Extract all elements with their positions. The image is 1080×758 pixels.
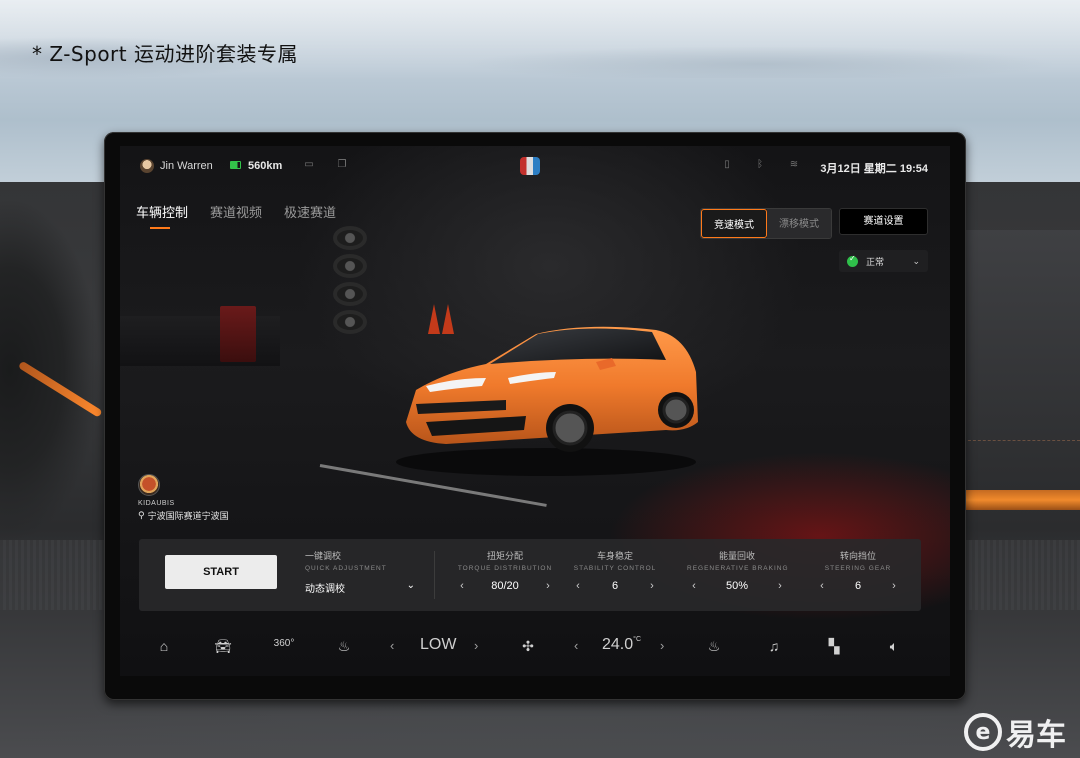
- mode-toggle: 竞速模式 漂移模式: [700, 208, 832, 239]
- fan-level: LOW: [420, 636, 457, 653]
- temperature-display: 24.0°C: [602, 636, 641, 654]
- check-icon: [847, 254, 858, 267]
- torque-decrease-button[interactable]: ‹: [455, 580, 469, 592]
- quick-adjustment: 一键调校 QUICK ADJUSTMENT 动态调校 ⌄: [305, 549, 415, 595]
- dashboard-orange-trim-right: [958, 490, 1080, 510]
- stability-value: 6: [611, 580, 619, 592]
- stability-control: 车身稳定 STABILITY CONTROL ‹ 6 ›: [571, 549, 659, 592]
- chevron-down-icon: ⌄: [912, 255, 920, 266]
- wifi-icon: ≋: [789, 159, 799, 170]
- fan-decrease-button[interactable]: ‹: [390, 638, 394, 653]
- temperature-unit: °C: [633, 636, 641, 643]
- torque-subtitle: TORQUE DISTRIBUTION: [457, 565, 553, 572]
- tab-speed-track[interactable]: 极速赛道: [284, 202, 336, 221]
- tab-vehicle-control[interactable]: 车辆控制: [136, 202, 188, 229]
- torque-increase-button[interactable]: ›: [541, 580, 555, 592]
- car-illustration: [396, 326, 698, 476]
- tab-track-video[interactable]: 赛道视频: [210, 202, 262, 221]
- regen-braking-control: 能量回收 REGENERATIVE BRAKING ‹ 50% ›: [687, 549, 789, 592]
- date-time: 3月12日 星期二 19:54: [820, 163, 928, 175]
- regen-decrease-button[interactable]: ‹: [687, 580, 701, 592]
- seat-icon[interactable]: ▭: [303, 159, 315, 171]
- regen-increase-button[interactable]: ›: [773, 580, 787, 592]
- location-pin-icon: ⚲: [138, 510, 145, 521]
- watermark-text: 易车: [1006, 718, 1066, 753]
- yiche-logo-icon: e: [964, 713, 1002, 751]
- user-name[interactable]: Jin Warren: [160, 160, 213, 172]
- steering-title: 转向挡位: [839, 552, 876, 562]
- start-button[interactable]: START: [165, 555, 277, 589]
- quick-adjustment-value: 动态调校: [305, 584, 345, 595]
- car-home-icon[interactable]: ⌂: [152, 638, 176, 654]
- steering-value: 6: [854, 580, 862, 592]
- temp-decrease-button[interactable]: ‹: [574, 638, 578, 653]
- dashboard-right-panel: [958, 230, 1080, 490]
- quick-adjustment-select[interactable]: 动态调校 ⌄: [305, 580, 415, 595]
- torque-title: 扭矩分配: [486, 552, 523, 562]
- bluetooth-icon: ᛒ: [757, 159, 763, 170]
- driver-avatar: [138, 474, 160, 496]
- user-avatar[interactable]: [140, 159, 154, 173]
- tire-stack: [333, 226, 369, 342]
- stability-increase-button[interactable]: ›: [645, 580, 659, 592]
- panel-divider: [434, 551, 435, 599]
- steering-decrease-button[interactable]: ‹: [815, 580, 829, 592]
- dashboard-left-trim: [0, 200, 120, 540]
- copy-icon[interactable]: ❐: [336, 159, 348, 171]
- seat-vent-icon[interactable]: ♨: [702, 638, 726, 655]
- fan-increase-button[interactable]: ›: [474, 638, 478, 653]
- fan-icon[interactable]: ✣: [516, 638, 540, 655]
- quick-adjustment-title: 一键调校: [305, 552, 342, 562]
- steering-subtitle: STEERING GEAR: [824, 565, 892, 572]
- drift-mode-button[interactable]: 漂移模式: [767, 209, 831, 238]
- regen-title: 能量回收: [718, 552, 755, 562]
- camera-360-icon[interactable]: 360°: [272, 638, 296, 649]
- bottom-dock: ⌂ 🚘︎ 360° ♨ ‹ LOW › ✣ ‹ 24.0°C › ♨ ♫ ▚ 🔈…: [120, 624, 950, 676]
- phone-icon: ▯: [724, 159, 730, 170]
- status-dropdown[interactable]: 正常 ⌄: [839, 250, 928, 272]
- music-icon[interactable]: ♫: [762, 638, 786, 654]
- steering-gear-control: 转向挡位 STEERING GEAR ‹ 6 ›: [815, 549, 901, 592]
- stability-decrease-button[interactable]: ‹: [571, 580, 585, 592]
- main-tabs: 车辆控制 赛道视频 极速赛道: [136, 202, 336, 229]
- volume-icon[interactable]: 🔈︎: [882, 638, 906, 655]
- quick-adjustment-subtitle: QUICK ADJUSTMENT: [305, 565, 387, 572]
- driver-card[interactable]: KIDAUBIS ⚲ 宁波国际赛道宁波国: [138, 474, 229, 522]
- chevron-down-icon: ⌄: [406, 580, 415, 591]
- steering-increase-button[interactable]: ›: [887, 580, 901, 592]
- track-settings-button[interactable]: 赛道设置: [839, 208, 928, 235]
- driver-location: ⚲ 宁波国际赛道宁波国: [138, 509, 229, 523]
- stability-title: 车身稳定: [596, 552, 633, 562]
- driver-location-text: 宁波国际赛道宁波国: [147, 512, 229, 522]
- tool-cart: [220, 306, 256, 362]
- promo-headline: * Z-Sport 运动进阶套装专属: [32, 42, 298, 66]
- regen-value: 50%: [725, 580, 749, 592]
- battery-icon: [230, 161, 241, 169]
- torque-control: 扭矩分配 TORQUE DISTRIBUTION ‹ 80/20 ›: [455, 549, 555, 592]
- race-mode-button[interactable]: 竞速模式: [701, 209, 767, 238]
- driver-name: KIDAUBIS: [138, 500, 175, 507]
- control-panel: START 一键调校 QUICK ADJUSTMENT 动态调校 ⌄ 扭矩分配 …: [139, 539, 921, 611]
- temperature-value: 24.0: [602, 636, 634, 653]
- seat-heat-icon[interactable]: ♨: [332, 638, 356, 655]
- status-label: 正常: [866, 256, 885, 267]
- watermark: e 易车: [964, 710, 1066, 754]
- app-logo-icon[interactable]: [520, 157, 540, 175]
- torque-value: 80/20: [491, 580, 519, 592]
- car-icon[interactable]: 🚘︎: [211, 638, 235, 655]
- status-bar: Jin Warren 560km ▭ ❐ ▯ ᛒ ≋ 3月12日 星期二 19:…: [120, 146, 950, 186]
- stability-subtitle: STABILITY CONTROL: [573, 565, 657, 572]
- apps-icon[interactable]: ▚: [822, 638, 846, 655]
- infotainment-screen: Jin Warren 560km ▭ ❐ ▯ ᛒ ≋ 3月12日 星期二 19:…: [120, 146, 950, 676]
- range-readout: 560km: [248, 160, 283, 172]
- dashboard-stitching: [958, 440, 1080, 441]
- temp-increase-button[interactable]: ›: [660, 638, 664, 653]
- regen-subtitle: REGENERATIVE BRAKING: [687, 565, 789, 572]
- garage-shelf: [120, 316, 280, 366]
